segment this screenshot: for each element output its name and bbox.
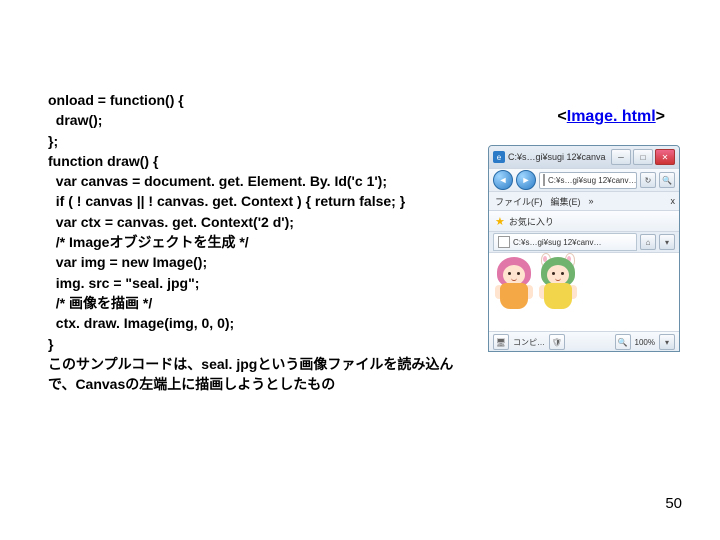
nav-row: ◄ ► C:¥s…gi¥sug 12¥canv… ↻ 🔍 — [489, 168, 679, 191]
star-icon[interactable]: ★ — [495, 215, 505, 228]
zoom-icon[interactable]: 🔍 — [615, 334, 631, 350]
code-block: onload = function() { draw(); }; functio… — [48, 90, 468, 394]
computer-icon[interactable]: 🖥 — [493, 334, 509, 350]
browser-window: e C:¥s…gi¥sugi 12¥canva ─ □ ✕ ◄ ► C:¥s…g… — [488, 145, 680, 352]
forward-button[interactable]: ► — [516, 170, 536, 190]
page-number: 50 — [665, 495, 682, 512]
menu-more[interactable]: » — [589, 196, 594, 206]
favorites-row: ★ お気に入り — [489, 210, 679, 231]
window-title: C:¥s…gi¥sugi 12¥canva — [508, 152, 608, 162]
menu-edit[interactable]: 編集(E) — [551, 195, 581, 208]
search-button[interactable]: 🔍 — [659, 172, 675, 188]
seal-image-right — [537, 257, 579, 315]
back-button[interactable]: ◄ — [493, 170, 513, 190]
home-button[interactable]: ⌂ — [640, 234, 656, 250]
seal-image-left — [493, 257, 535, 315]
refresh-button[interactable]: ↻ — [640, 172, 656, 188]
ie-icon: e — [493, 151, 505, 163]
protected-mode-icon[interactable]: 🛡 — [549, 334, 565, 350]
link-text[interactable]: Image. html — [567, 108, 656, 125]
zoom-dropdown[interactable]: ▾ — [659, 334, 675, 350]
image-html-link: <Image. html> — [557, 108, 665, 126]
address-bar[interactable]: C:¥s…gi¥sug 12¥canv… — [539, 172, 637, 189]
menu-close[interactable]: x — [671, 196, 674, 206]
tab[interactable]: C:¥s…gi¥sug 12¥canv… — [493, 233, 637, 251]
tab-menu[interactable]: ▾ — [659, 234, 675, 250]
titlebar: e C:¥s…gi¥sugi 12¥canva ─ □ ✕ — [489, 146, 679, 168]
maximize-button[interactable]: □ — [633, 149, 653, 165]
status-bar: 🖥 コンピ… 🛡 🔍 100% ▾ — [489, 331, 679, 352]
close-button[interactable]: ✕ — [655, 149, 675, 165]
favorites-label[interactable]: お気に入り — [509, 215, 554, 228]
tab-label: C:¥s…gi¥sug 12¥canv… — [513, 238, 602, 247]
canvas-area — [489, 252, 679, 331]
page-icon — [543, 174, 545, 186]
page-icon — [498, 236, 510, 248]
menu-row: ファイル(F) 編集(E) » x — [489, 191, 679, 210]
zoom-level: 100% — [635, 338, 655, 347]
tab-row: C:¥s…gi¥sug 12¥canv… ⌂ ▾ — [489, 231, 679, 252]
status-label: コンピ… — [513, 337, 545, 348]
menu-file[interactable]: ファイル(F) — [495, 195, 543, 208]
minimize-button[interactable]: ─ — [611, 149, 631, 165]
